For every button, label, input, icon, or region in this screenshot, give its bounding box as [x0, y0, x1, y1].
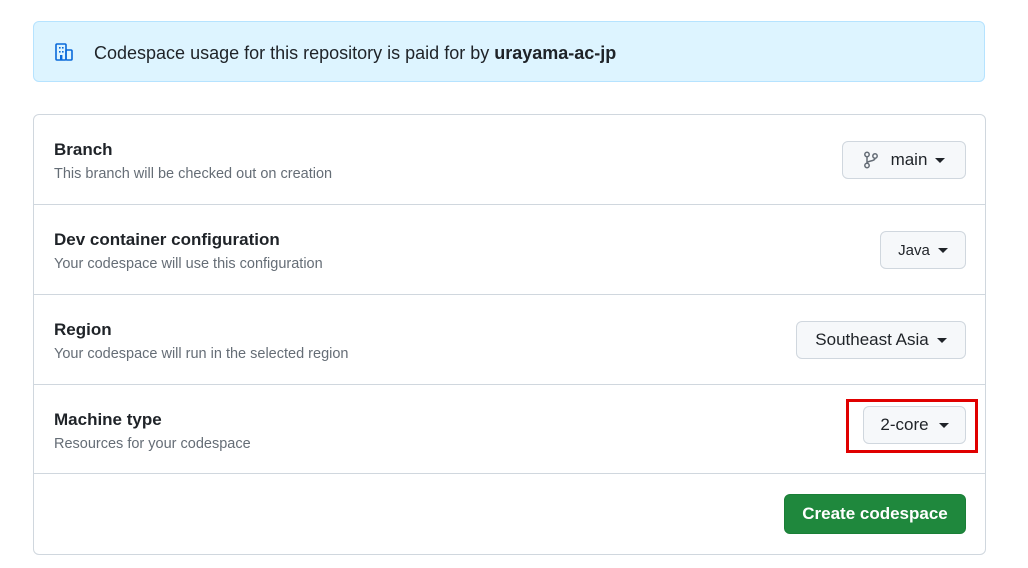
- dev-container-title: Dev container configuration: [54, 230, 280, 249]
- dev-container-row: Dev container configuration Your codespa…: [34, 205, 985, 295]
- region-description: Your codespace will run in the selected …: [54, 346, 349, 362]
- billing-notice-banner: Codespace usage for this repository is p…: [33, 21, 985, 82]
- branch-title: Branch: [54, 140, 113, 159]
- chevron-down-icon: [937, 248, 948, 253]
- branch-row: Branch This branch will be checked out o…: [34, 115, 985, 205]
- region-select-button[interactable]: Southeast Asia: [796, 321, 966, 359]
- region-title: Region: [54, 320, 112, 339]
- billing-notice-text: Codespace usage for this repository is p…: [94, 42, 616, 64]
- machine-type-title: Machine type: [54, 410, 162, 429]
- region-value: Southeast Asia: [815, 330, 929, 349]
- branch-description: This branch will be checked out on creat…: [54, 166, 333, 182]
- billing-notice-prefix: Codespace usage for this repository is p…: [94, 43, 495, 63]
- region-row: Region Your codespace will run in the se…: [34, 295, 985, 385]
- machine-type-highlight-box: [846, 399, 978, 453]
- chevron-down-icon: [935, 158, 946, 163]
- codespace-options-card: Branch This branch will be checked out o…: [33, 114, 986, 555]
- chevron-down-icon: [936, 338, 947, 343]
- billing-owner-name: urayama-ac-jp: [494, 43, 617, 63]
- machine-type-description: Resources for your codespace: [54, 436, 251, 452]
- dev-container-description: Your codespace will use this configurati…: [54, 256, 323, 272]
- dev-container-select-button[interactable]: Java: [880, 231, 966, 269]
- branch-value: main: [890, 150, 928, 169]
- dev-container-value: Java: [898, 241, 930, 259]
- machine-type-row: Machine type Resources for your codespac…: [34, 385, 985, 474]
- create-codespace-button[interactable]: Create codespace: [784, 494, 966, 534]
- organization-icon: [55, 43, 73, 61]
- git-branch-icon: [863, 151, 878, 169]
- branch-select-button[interactable]: main: [842, 141, 966, 179]
